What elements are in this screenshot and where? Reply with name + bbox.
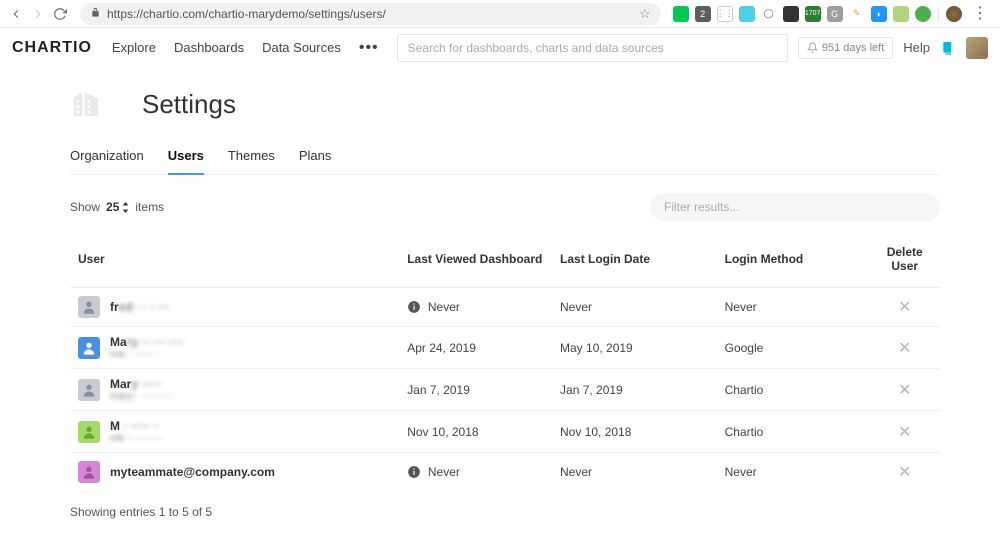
back-button[interactable] bbox=[8, 6, 24, 22]
extension-icon[interactable]: 2 bbox=[695, 6, 711, 22]
extension-icon[interactable]: 1707 bbox=[805, 6, 821, 22]
cell-login-method: Google bbox=[717, 327, 870, 369]
tab-plans[interactable]: Plans bbox=[299, 148, 332, 174]
forward-button[interactable] bbox=[30, 6, 46, 22]
nav-explore[interactable]: Explore bbox=[112, 40, 156, 55]
docs-icon[interactable] bbox=[940, 40, 956, 56]
table-row: Mary ·· ··· ···· ma·· ········ Apr 24, 2… bbox=[70, 327, 940, 369]
cell-last-viewed: Apr 24, 2019 bbox=[399, 327, 552, 369]
user-avatar-icon bbox=[78, 337, 100, 359]
profile-icon[interactable] bbox=[946, 6, 962, 22]
address-bar[interactable]: https://chartio.com/chartio-marydemo/set… bbox=[80, 3, 661, 25]
info-icon[interactable] bbox=[407, 465, 421, 479]
extension-icon[interactable] bbox=[783, 6, 799, 22]
tab-users[interactable]: Users bbox=[168, 148, 204, 175]
delete-user-button[interactable]: ✕ bbox=[877, 380, 932, 400]
search-input[interactable]: Search for dashboards, charts and data s… bbox=[397, 34, 788, 62]
user-avatar-icon bbox=[78, 379, 100, 401]
user-avatar[interactable] bbox=[966, 37, 988, 59]
nav-dashboards[interactable]: Dashboards bbox=[174, 40, 244, 55]
table-row: Mary ····· mary·· ········· Jan 7, 2019 … bbox=[70, 369, 940, 411]
table-row: fred · · · ··· Never Never Never ✕ bbox=[70, 288, 940, 327]
col-delete: Delete User bbox=[869, 235, 940, 288]
cell-last-viewed: Never bbox=[399, 288, 552, 327]
user-name[interactable]: Mary ·· ··· ···· bbox=[110, 335, 184, 349]
logo[interactable]: CHARTIO bbox=[12, 39, 92, 57]
extension-icon[interactable] bbox=[915, 6, 931, 22]
user-email: ma·· ········ bbox=[110, 349, 184, 360]
cell-login-method: Never bbox=[717, 288, 870, 327]
user-name[interactable]: M · ····· · bbox=[110, 419, 163, 433]
cell-last-viewed: Jan 7, 2019 bbox=[399, 369, 552, 411]
extension-icon[interactable] bbox=[739, 6, 755, 22]
extension-icons: 2 ⋮⋮ ◯ 1707 G ✎ ◗ | ⋮ bbox=[673, 6, 992, 22]
extension-icon[interactable]: ◗ bbox=[871, 6, 887, 22]
col-user[interactable]: User bbox=[70, 235, 399, 288]
cell-last-login: Nov 10, 2018 bbox=[552, 411, 717, 453]
users-table: User Last Viewed Dashboard Last Login Da… bbox=[70, 235, 940, 491]
delete-user-button[interactable]: ✕ bbox=[877, 422, 932, 442]
cell-last-login: Never bbox=[552, 453, 717, 492]
col-login-method[interactable]: Login Method bbox=[717, 235, 870, 288]
bookmark-star-icon[interactable]: ☆ bbox=[639, 6, 651, 22]
delete-user-button[interactable]: ✕ bbox=[877, 297, 932, 317]
filter-input[interactable]: Filter results... bbox=[650, 193, 940, 221]
nav-datasources[interactable]: Data Sources bbox=[262, 40, 341, 55]
page-size-select[interactable]: 25 bbox=[106, 200, 129, 214]
page-size-control: Show 25 items bbox=[70, 200, 164, 214]
url-text: https://chartio.com/chartio-marydemo/set… bbox=[107, 7, 386, 21]
extension-icon[interactable] bbox=[893, 6, 909, 22]
app-topnav: CHARTIO Explore Dashboards Data Sources … bbox=[0, 28, 1000, 68]
delete-user-button[interactable]: ✕ bbox=[877, 462, 932, 482]
user-avatar-icon bbox=[78, 296, 100, 318]
table-row: myteammate@company.com Never Never Never… bbox=[70, 453, 940, 492]
bell-icon bbox=[807, 42, 818, 53]
settings-tabs: Organization Users Themes Plans bbox=[70, 148, 940, 175]
page-content: Settings Organization Users Themes Plans… bbox=[0, 68, 1000, 539]
sort-icon bbox=[122, 202, 129, 213]
extension-icon[interactable] bbox=[673, 6, 689, 22]
cell-last-viewed: Never bbox=[399, 453, 552, 492]
delete-user-button[interactable]: ✕ bbox=[877, 338, 932, 358]
help-link[interactable]: Help bbox=[903, 40, 930, 55]
tab-organization[interactable]: Organization bbox=[70, 148, 144, 174]
cell-login-method: Chartio bbox=[717, 369, 870, 411]
user-email: mk··· ········ bbox=[110, 433, 163, 444]
extension-icon[interactable]: ✎ bbox=[849, 6, 865, 22]
lock-icon bbox=[90, 7, 101, 21]
cell-login-method: Never bbox=[717, 453, 870, 492]
menu-icon[interactable]: ⋮ bbox=[968, 6, 992, 22]
building-icon bbox=[70, 88, 102, 120]
user-avatar-icon bbox=[78, 461, 100, 483]
cell-last-viewed: Nov 10, 2018 bbox=[399, 411, 552, 453]
user-avatar-icon bbox=[78, 421, 100, 443]
table-row: M · ····· · mk··· ········ Nov 10, 2018 … bbox=[70, 411, 940, 453]
nav-more-icon[interactable]: ••• bbox=[359, 39, 379, 57]
trial-days-left[interactable]: 951 days left bbox=[798, 37, 893, 59]
info-icon[interactable] bbox=[407, 300, 421, 314]
col-last-login[interactable]: Last Login Date bbox=[552, 235, 717, 288]
page-title: Settings bbox=[142, 89, 236, 120]
user-name[interactable]: Mary ····· bbox=[110, 377, 172, 391]
cell-last-login: May 10, 2019 bbox=[552, 327, 717, 369]
extension-icon[interactable]: G bbox=[827, 6, 843, 22]
cell-last-login: Jan 7, 2019 bbox=[552, 369, 717, 411]
user-name[interactable]: fred · · · ··· bbox=[110, 300, 170, 314]
extension-icon[interactable]: ◯ bbox=[761, 6, 777, 22]
table-footer: Showing entries 1 to 5 of 5 bbox=[70, 505, 940, 519]
reload-button[interactable] bbox=[52, 6, 68, 22]
col-last-viewed[interactable]: Last Viewed Dashboard bbox=[399, 235, 552, 288]
browser-toolbar: https://chartio.com/chartio-marydemo/set… bbox=[0, 0, 1000, 28]
tab-themes[interactable]: Themes bbox=[228, 148, 275, 174]
user-name[interactable]: myteammate@company.com bbox=[110, 465, 275, 479]
cell-login-method: Chartio bbox=[717, 411, 870, 453]
cell-last-login: Never bbox=[552, 288, 717, 327]
extension-icon[interactable]: ⋮⋮ bbox=[717, 6, 733, 22]
user-email: mary·· ········· bbox=[110, 391, 172, 402]
